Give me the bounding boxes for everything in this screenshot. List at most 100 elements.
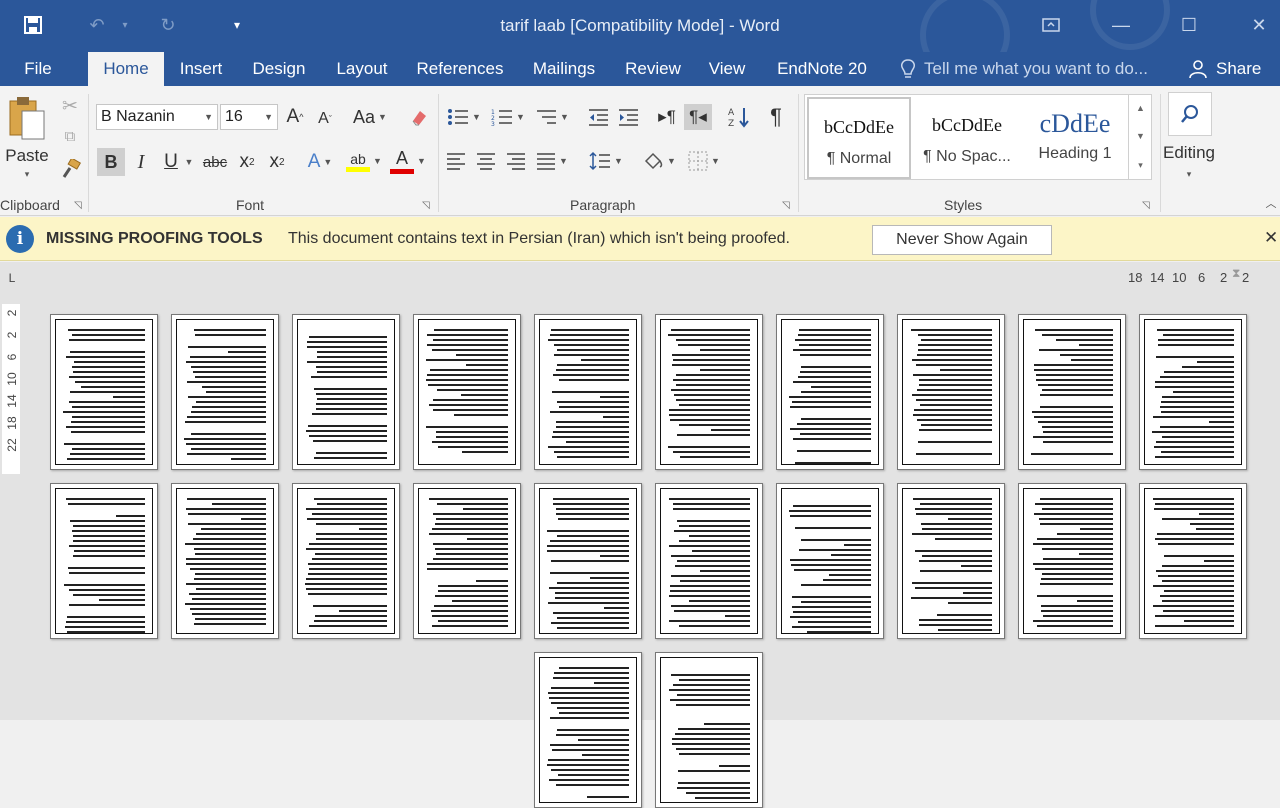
decrease-indent-icon[interactable]	[586, 104, 610, 130]
page-thumbnail[interactable]	[50, 483, 158, 639]
page-thumbnail[interactable]	[1018, 483, 1126, 639]
tab-view[interactable]: View	[700, 52, 754, 86]
cut-icon[interactable]: ✂	[60, 96, 80, 117]
subscript-button[interactable]: x2	[234, 148, 260, 176]
maximize-icon[interactable]: ☐	[1166, 10, 1212, 40]
highlight-button[interactable]: ab ▼	[344, 146, 384, 176]
scroll-down-icon[interactable]: ▼	[1136, 131, 1145, 141]
sort-icon[interactable]: AZ	[726, 104, 752, 130]
tab-selector-icon[interactable]: L	[2, 268, 22, 290]
font-color-button[interactable]: A ▼	[388, 146, 428, 176]
grow-font-button[interactable]: A ^	[284, 104, 306, 130]
page-thumbnail[interactable]	[655, 483, 763, 639]
numbering-icon[interactable]: 1 2 3 ▼	[490, 104, 526, 130]
page-thumbnail[interactable]	[171, 314, 279, 470]
style-no-spacing[interactable]: bCcDdEe ¶ No Spac...	[915, 97, 1019, 179]
show-formatting-icon[interactable]: ¶	[764, 104, 788, 130]
minimize-icon[interactable]: —	[1098, 10, 1144, 40]
text-line	[201, 386, 266, 388]
page-thumbnail[interactable]	[413, 483, 521, 639]
bold-button[interactable]: B	[97, 148, 125, 176]
tab-references[interactable]: References	[410, 52, 510, 86]
page-thumbnail[interactable]	[1139, 314, 1247, 470]
paste-icon[interactable]	[6, 94, 52, 144]
superscript-button[interactable]: x2	[264, 148, 290, 176]
styles-launcher-icon[interactable]: ◹	[1142, 200, 1150, 211]
editing-button[interactable]: Editing	[1158, 142, 1220, 164]
underline-dropdown-icon[interactable]: ▼	[184, 152, 194, 172]
page-thumbnail[interactable]	[292, 483, 400, 639]
page-thumbnail[interactable]	[534, 314, 642, 470]
close-icon[interactable]: ✕	[1264, 228, 1278, 248]
paste-dropdown-icon[interactable]: ▾	[20, 168, 34, 180]
align-right-icon[interactable]	[504, 148, 528, 174]
underline-button[interactable]: U	[160, 148, 182, 176]
indent-marker-icon[interactable]: ⧗	[1232, 266, 1240, 281]
justify-icon[interactable]: ▼	[534, 148, 570, 174]
change-case-button[interactable]: Aa ▼	[352, 104, 388, 130]
strikethrough-button[interactable]: abc	[200, 148, 230, 176]
collapse-ribbon-icon[interactable]: ︿	[1264, 196, 1278, 210]
font-size-field[interactable]: 16 ▼	[220, 104, 278, 130]
text-effects-button[interactable]: A ▼	[302, 148, 338, 176]
shrink-font-button[interactable]: Aˇ	[314, 106, 336, 132]
rtl-direction-icon[interactable]: ¶◂	[684, 104, 712, 130]
vertical-ruler[interactable]: 2 2 6 10 14 18 22	[2, 304, 20, 474]
increase-indent-icon[interactable]	[616, 104, 640, 130]
page-thumbnail[interactable]	[655, 314, 763, 470]
close-icon[interactable]: ✕	[1236, 10, 1280, 40]
page-thumbnail[interactable]	[413, 314, 521, 470]
shading-icon[interactable]: ▼	[638, 148, 680, 174]
clipboard-launcher-icon[interactable]: ◹	[74, 200, 82, 211]
style-normal[interactable]: bCcDdEe ¶ Normal	[807, 97, 911, 179]
never-show-again-button[interactable]: Never Show Again	[872, 225, 1052, 255]
paste-button[interactable]: Paste	[5, 146, 48, 166]
line-spacing-icon[interactable]: ▼	[586, 148, 626, 174]
ltr-direction-icon[interactable]: ▸¶	[654, 104, 680, 130]
page-thumbnail[interactable]	[171, 483, 279, 639]
page-thumbnail[interactable]	[776, 314, 884, 470]
font-name-field[interactable]: B Nazanin ▼	[96, 104, 218, 130]
page-thumbnail[interactable]	[534, 652, 642, 808]
tab-insert[interactable]: Insert	[170, 52, 232, 86]
page-thumbnail[interactable]	[655, 652, 763, 808]
italic-button[interactable]: I	[130, 148, 152, 176]
page-thumbnail[interactable]	[897, 483, 1005, 639]
format-painter-icon[interactable]	[60, 158, 82, 180]
ribbon-display-icon[interactable]	[1028, 10, 1074, 40]
document-area[interactable]: L 18 14 10 6 2 2 ⧗ 2 2 6 10 14 18 22	[0, 262, 1280, 808]
tab-home[interactable]: Home	[88, 52, 164, 86]
paragraph-launcher-icon[interactable]: ◹	[782, 200, 790, 211]
text-line	[433, 513, 508, 515]
font-launcher-icon[interactable]: ◹	[422, 200, 430, 211]
page-thumbnail[interactable]	[50, 314, 158, 470]
clear-formatting-icon[interactable]	[408, 106, 430, 128]
page-thumbnail[interactable]	[776, 483, 884, 639]
tab-file[interactable]: File	[14, 52, 62, 86]
tell-me-search[interactable]: Tell me what you want to do...	[900, 59, 1148, 84]
align-left-icon[interactable]	[444, 148, 468, 174]
tab-review[interactable]: Review	[618, 52, 688, 86]
share-button[interactable]: Share	[1188, 59, 1261, 84]
bullets-icon[interactable]: ▼	[446, 104, 482, 130]
horizontal-ruler[interactable]: 18 14 10 6 2 2 ⧗	[1122, 266, 1252, 288]
page-thumbnail[interactable]	[897, 314, 1005, 470]
text-line	[306, 341, 387, 343]
scroll-up-icon[interactable]: ▲	[1136, 103, 1145, 113]
tab-design[interactable]: Design	[243, 52, 315, 86]
align-center-icon[interactable]	[474, 148, 498, 174]
multilevel-list-icon[interactable]: ▼	[534, 104, 570, 130]
style-heading-1[interactable]: cDdEe Heading 1	[1023, 97, 1127, 179]
tab-mailings[interactable]: Mailings	[522, 52, 606, 86]
more-styles-icon[interactable]: ▾	[1138, 160, 1143, 171]
page-thumbnail[interactable]	[1018, 314, 1126, 470]
borders-icon[interactable]: ▼	[684, 148, 724, 174]
copy-icon[interactable]: ⧉	[60, 126, 80, 146]
tab-layout[interactable]: Layout	[326, 52, 398, 86]
tab-endnote[interactable]: EndNote 20	[766, 52, 878, 86]
editing-dropdown-icon[interactable]: ▾	[1182, 168, 1196, 180]
search-icon[interactable]	[1168, 92, 1212, 136]
page-thumbnail[interactable]	[292, 314, 400, 470]
page-thumbnail[interactable]	[1139, 483, 1247, 639]
page-thumbnail[interactable]	[534, 483, 642, 639]
